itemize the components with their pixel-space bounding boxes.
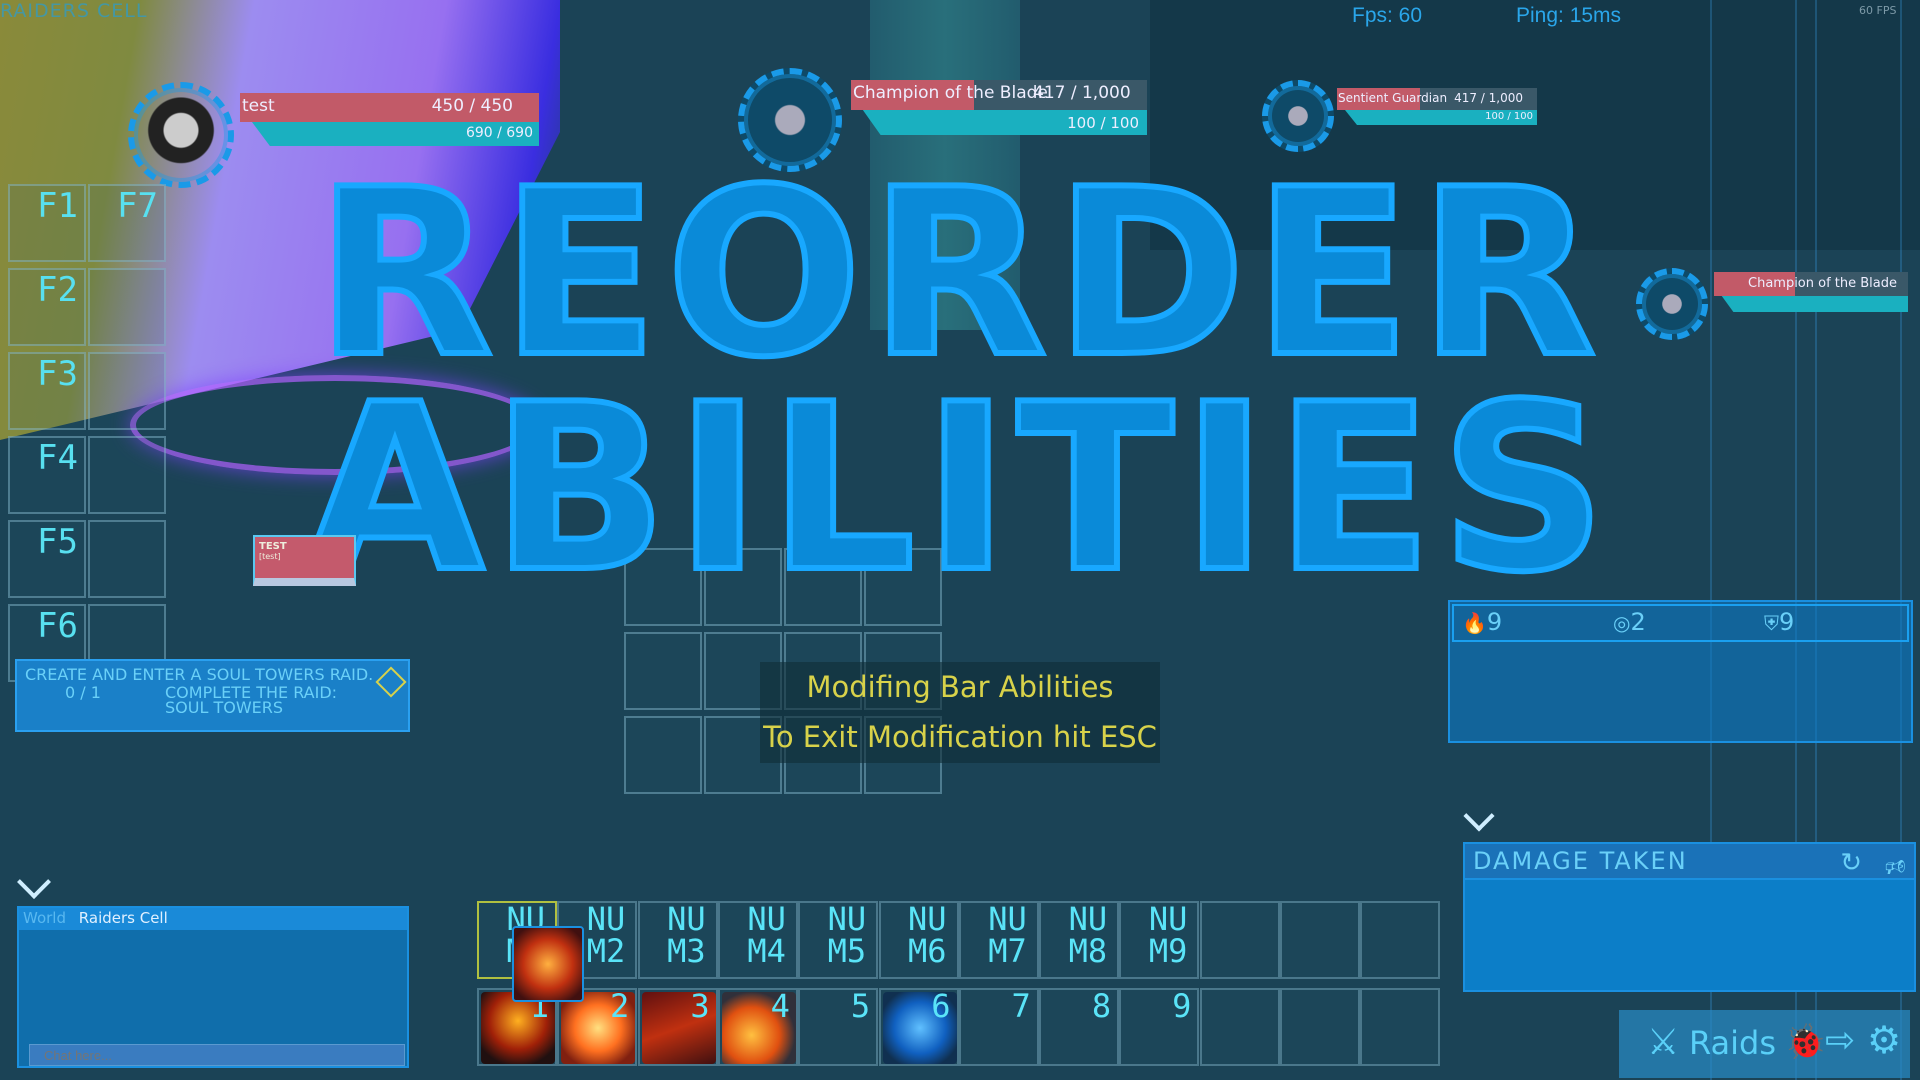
player-mana-text: 690 / 690: [465, 125, 533, 141]
numpad-ability-slot[interactable]: NU M6: [878, 900, 959, 979]
keybind-label: 5: [850, 987, 871, 1025]
target-mana-text: 100 / 100: [1067, 114, 1139, 132]
target-health-bar: Champion of the Blade 417 / 1,000: [851, 80, 1147, 110]
stats-panel: 🔥9 ◎2 ⛨9: [1448, 600, 1913, 743]
raids-button[interactable]: Raids: [1689, 1024, 1776, 1062]
keybind-label: NU M2: [586, 900, 626, 970]
ping-readout: Ping: 15ms: [1516, 4, 1622, 27]
chat-panel: World Raiders Cell: [17, 906, 409, 1068]
modify-message-line1: Modifing Bar Abilities: [806, 670, 1114, 704]
settings-gear-icon[interactable]: ⚙: [1867, 1018, 1901, 1062]
ability-slot[interactable]: 7: [958, 987, 1039, 1066]
party-health-bar: Sentient Guardian 417 / 1,000: [1337, 88, 1537, 110]
numpad-ability-slot[interactable]: NU M8: [1039, 900, 1120, 979]
test-nameplate[interactable]: TEST [test]: [253, 535, 356, 586]
stat-item: ◎2: [1605, 606, 1756, 640]
numpad-ability-slot[interactable]: [1360, 901, 1441, 979]
keybind-label: 2: [610, 987, 630, 1025]
damage-taken-panel: DAMAGE TAKEN ↻ 🕫: [1463, 842, 1916, 992]
numpad-ability-slot[interactable]: NU M5: [798, 900, 879, 979]
nameplate-title: TEST: [259, 541, 287, 552]
numpad-ability-slot[interactable]: NU M7: [958, 900, 1039, 979]
numpad-ability-slot[interactable]: NU M3: [637, 900, 718, 979]
player-health-text: 450 / 450: [431, 96, 513, 116]
keybind-label: NU M9: [1148, 900, 1188, 970]
target-name: Champion of the Blade: [853, 83, 1048, 103]
quest-progress: 0 / 1: [65, 683, 101, 702]
party-mana-bar: 100 / 100: [1345, 110, 1537, 125]
keybind-label: NU M6: [907, 900, 947, 970]
modify-message: Modifing Bar Abilities To Exit Modificat…: [760, 662, 1160, 763]
quest-title: CREATE AND ENTER A SOUL TOWERS RAID.: [25, 665, 374, 684]
target-health-text: 417 / 1,000: [1033, 83, 1131, 103]
ability-slot[interactable]: [1199, 988, 1280, 1066]
numpad-ability-slot[interactable]: NU M4: [717, 900, 798, 979]
quest-objective: COMPLETE THE RAID: SOUL TOWERS: [165, 683, 338, 717]
stat-value: 9: [1486, 608, 1503, 636]
logout-icon[interactable]: ⇨: [1825, 1020, 1855, 1061]
party-name: Sentient Guardian: [1338, 91, 1448, 105]
ability-slot[interactable]: 4: [717, 987, 798, 1066]
ability-slot[interactable]: 3: [637, 987, 718, 1066]
nameplate-subtitle: [test]: [259, 552, 281, 561]
numpad-ability-slot[interactable]: NU M9: [1119, 900, 1200, 979]
main-menu-bar: ⚔ Raids 🐞 ⇨ ⚙: [1619, 1010, 1910, 1078]
refresh-icon[interactable]: ↻: [1840, 848, 1862, 878]
ability-slot[interactable]: [1280, 988, 1360, 1066]
keybind-label: NU M8: [1068, 900, 1108, 970]
bag-slot[interactable]: [624, 716, 702, 794]
keybind-label: 4: [770, 987, 790, 1025]
keybind-label: 6: [931, 987, 951, 1025]
zone-label: RAIDERS CELL: [0, 0, 148, 22]
ability-slot[interactable]: 9: [1119, 987, 1200, 1066]
stat-value: 2: [1630, 608, 1646, 636]
keybind-label: NU M5: [827, 900, 867, 970]
bug-report-icon[interactable]: 🐞: [1784, 1022, 1826, 1062]
chat-tab-raiders-cell[interactable]: Raiders Cell: [79, 909, 168, 927]
keybind-label: 3: [690, 987, 710, 1025]
fire-icon: 🔥: [1462, 611, 1487, 635]
dragged-ability-icon[interactable]: [512, 926, 584, 1002]
keybind-label: 9: [1172, 987, 1192, 1025]
chat-collapse-chevron-icon[interactable]: [17, 865, 51, 899]
stat-value: 9: [1779, 608, 1795, 636]
damage-collapse-chevron-icon[interactable]: [1463, 800, 1495, 832]
keybind-label: NU M3: [667, 900, 706, 970]
raids-crossed-swords-icon[interactable]: ⚔: [1647, 1022, 1679, 1063]
ability-slot[interactable]: 8: [1039, 987, 1120, 1066]
bag-slot[interactable]: [624, 632, 702, 710]
stat-item: ⛨9: [1756, 606, 1907, 640]
player-name: test: [242, 96, 275, 116]
chat-input[interactable]: [29, 1044, 405, 1066]
engine-fps: 60 FPS: [1859, 4, 1897, 17]
numpad-ability-slot[interactable]: [1199, 901, 1280, 979]
keybind-label: NU M4: [747, 900, 786, 970]
function-key-label: F6: [37, 606, 78, 646]
quest-tracker[interactable]: CREATE AND ENTER A SOUL TOWERS RAID. 0 /…: [15, 659, 410, 732]
ability-slot[interactable]: 6: [878, 987, 959, 1066]
keybind-label: 8: [1091, 987, 1112, 1025]
player-health-bar: test 450 / 450: [240, 93, 539, 122]
stat-item: 🔥9: [1454, 606, 1605, 640]
aperture-icon: ◎: [1613, 611, 1631, 635]
ability-slot[interactable]: [1360, 988, 1441, 1066]
keybind-label: NU M7: [988, 900, 1027, 970]
fps-readout: Fps: 60: [1352, 4, 1423, 27]
ability-slot[interactable]: 5: [798, 987, 879, 1066]
shield-icon: ⛨: [1764, 611, 1779, 635]
chat-tab-world[interactable]: World: [23, 909, 66, 927]
party-health-text: 417 / 1,000: [1454, 91, 1523, 105]
party-mana-text: 100 / 100: [1485, 111, 1533, 122]
megaphone-icon[interactable]: 🕫: [1885, 850, 1906, 888]
numpad-ability-slot[interactable]: [1280, 901, 1360, 979]
keybind-label: 7: [1011, 987, 1031, 1025]
modify-message-line2: To Exit Modification hit ESC: [763, 720, 1157, 754]
target-mana-bar: 100 / 100: [862, 110, 1147, 135]
